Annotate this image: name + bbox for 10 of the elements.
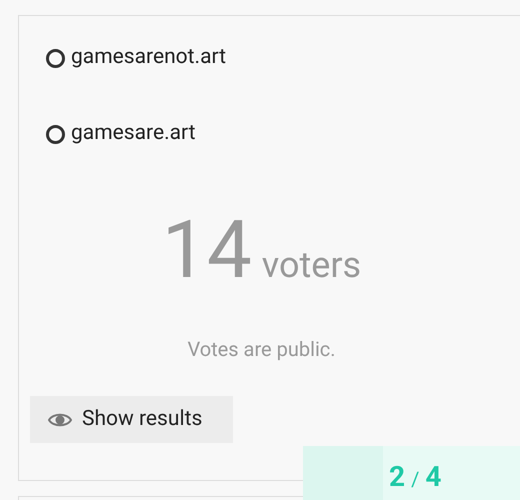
eye-icon	[48, 412, 72, 428]
radio-button[interactable]	[46, 124, 65, 144]
voter-count: 14	[162, 210, 252, 290]
show-results-button[interactable]: Show results	[30, 396, 233, 443]
voter-label: voters	[262, 247, 362, 283]
poll-notice: Votes are public.	[187, 336, 336, 363]
progress-counter: 2 / 4	[389, 459, 442, 495]
option-label: gamesare.art	[71, 120, 196, 148]
radio-button[interactable]	[46, 48, 65, 68]
option-label: gamesarenot.art	[71, 44, 226, 72]
